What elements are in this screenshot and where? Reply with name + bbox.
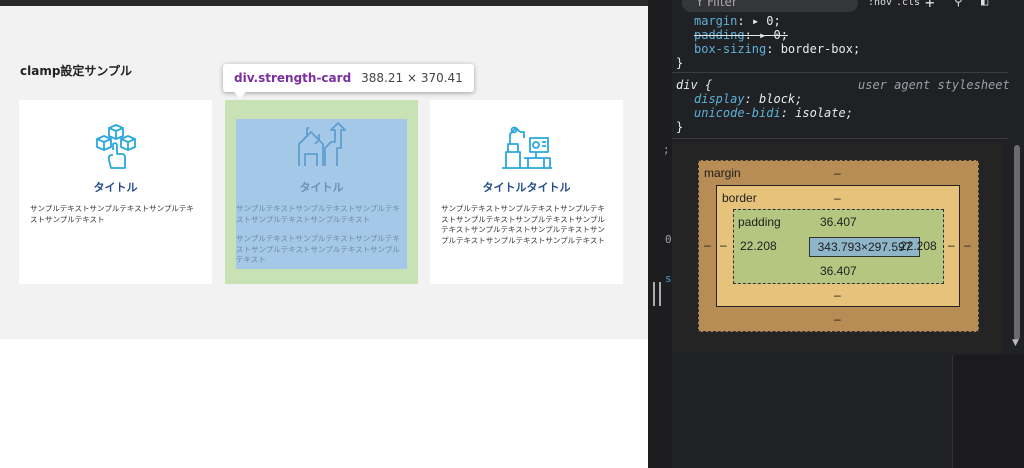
box-model-panel: 343.793×297.597 margin – – – – border – … xyxy=(672,142,1002,353)
strength-card-2-highlighted[interactable]: タイトル サンプルテキストサンプルテキストサンプルテキストサンプルテキストサンプ… xyxy=(225,100,418,284)
rule-close-brace: } xyxy=(676,56,684,70)
gutter-char: ; xyxy=(663,143,670,156)
card-text: サンプルテキストサンプルテキストサンプルテキストサンプルテキストサンプルテキスト… xyxy=(236,234,400,264)
styles-toolbar: Y Filter :hov .cls + ⚲ ◧ xyxy=(672,0,1024,14)
devtools-side-area xyxy=(952,355,1024,468)
gutter-char: 0 xyxy=(665,233,672,246)
factory-workstation-icon xyxy=(501,126,552,169)
filter-icon: Y xyxy=(696,0,708,9)
panel-resize-handle[interactable] xyxy=(653,282,661,306)
card-title: タイトル xyxy=(299,181,344,194)
margin-bottom-value[interactable]: – xyxy=(834,312,841,326)
gutter-char: s xyxy=(665,272,672,285)
sample-section: clamp設定サンプル タイトル サンプルテキストサンプルテキストサンプルテキス… xyxy=(0,6,648,339)
rule-separator xyxy=(672,72,1008,73)
margin-right-value[interactable]: – xyxy=(964,238,971,252)
padding-right-value[interactable]: 22.208 xyxy=(900,239,937,253)
rule-close-brace: } xyxy=(676,120,684,134)
section-title: clamp設定サンプル xyxy=(20,64,133,78)
page-viewport: clamp設定サンプル タイトル サンプルテキストサンプルテキストサンプルテキス… xyxy=(0,0,648,468)
style-declaration[interactable]: box-sizing: border-box; xyxy=(694,42,860,56)
card-title: タイトルタイトル xyxy=(482,181,571,194)
rule-source: user agent stylesheet xyxy=(858,78,1010,92)
margin-label: margin xyxy=(704,166,741,180)
devtools-gutter: ; 0 s xyxy=(648,0,672,468)
margin-top-value[interactable]: – xyxy=(834,166,841,180)
border-right-value[interactable]: – xyxy=(948,238,955,252)
element-inspect-tooltip: div.strength-card 388.21 × 370.41 xyxy=(223,64,474,98)
padding-bottom-value[interactable]: 36.407 xyxy=(820,264,857,278)
tooltip-selector: div.strength-card xyxy=(234,71,352,85)
border-bottom-value[interactable]: – xyxy=(834,288,841,302)
card-title: タイトル xyxy=(93,181,138,194)
strength-card-1[interactable]: タイトル サンプルテキストサンプルテキストサンプルテキストサンプルテキスト xyxy=(19,100,212,284)
padding-label: padding xyxy=(738,215,781,229)
paint-icon[interactable]: ⚲ xyxy=(954,0,963,8)
filter-placeholder: Filter xyxy=(707,0,737,9)
style-declaration[interactable]: margin: ▸ 0; xyxy=(694,14,781,28)
style-declaration-overridden[interactable]: padding: ▸ 0; xyxy=(694,28,788,42)
padding-left-value[interactable]: 22.208 xyxy=(740,239,777,253)
card-text: サンプルテキストサンプルテキストサンプルテキストサンプルテキスト xyxy=(30,204,194,224)
scroll-down-icon[interactable]: ▼ xyxy=(1012,338,1019,348)
building-blocks-icon xyxy=(95,124,136,169)
card-text: サンプルテキストサンプルテキストサンプルテキストサンプルテキストサンプルテキスト xyxy=(236,204,400,224)
styles-scrollbar[interactable]: ▼ xyxy=(1012,10,1022,350)
style-declaration: display: block; xyxy=(694,92,803,106)
cls-button[interactable]: .cls xyxy=(896,0,920,8)
rule-selector[interactable]: div { xyxy=(676,78,712,92)
tooltip-size: 388.21 × 370.41 xyxy=(361,71,463,85)
hov-button[interactable]: :hov xyxy=(868,0,892,8)
strength-card-3[interactable]: タイトルタイトル サンプルテキストサンプルテキストサンプルテキストサンプルテキス… xyxy=(430,100,623,284)
style-declaration: unicode-bidi: isolate; xyxy=(694,106,853,120)
border-left-value[interactable]: – xyxy=(720,238,727,252)
card-text: サンプルテキストサンプルテキストサンプルテキストサンプルテキストサンプルテキスト… xyxy=(441,204,605,245)
sidebar-toggle-icon[interactable]: ◧ xyxy=(981,0,988,8)
devtools-panel: ; 0 s Y Filter :hov .cls + ⚲ ◧ margin: ▸… xyxy=(648,0,1024,468)
scroll-thumb[interactable] xyxy=(1014,145,1020,340)
border-top-value[interactable]: – xyxy=(834,191,841,205)
add-rule-button[interactable]: + xyxy=(925,0,935,12)
padding-top-value[interactable]: 36.407 xyxy=(820,215,857,229)
margin-left-value[interactable]: – xyxy=(704,238,711,252)
rule-separator xyxy=(672,138,1008,139)
growth-chart-icon xyxy=(297,122,346,166)
border-label: border xyxy=(722,191,757,205)
filter-input[interactable]: Y Filter xyxy=(682,0,858,12)
